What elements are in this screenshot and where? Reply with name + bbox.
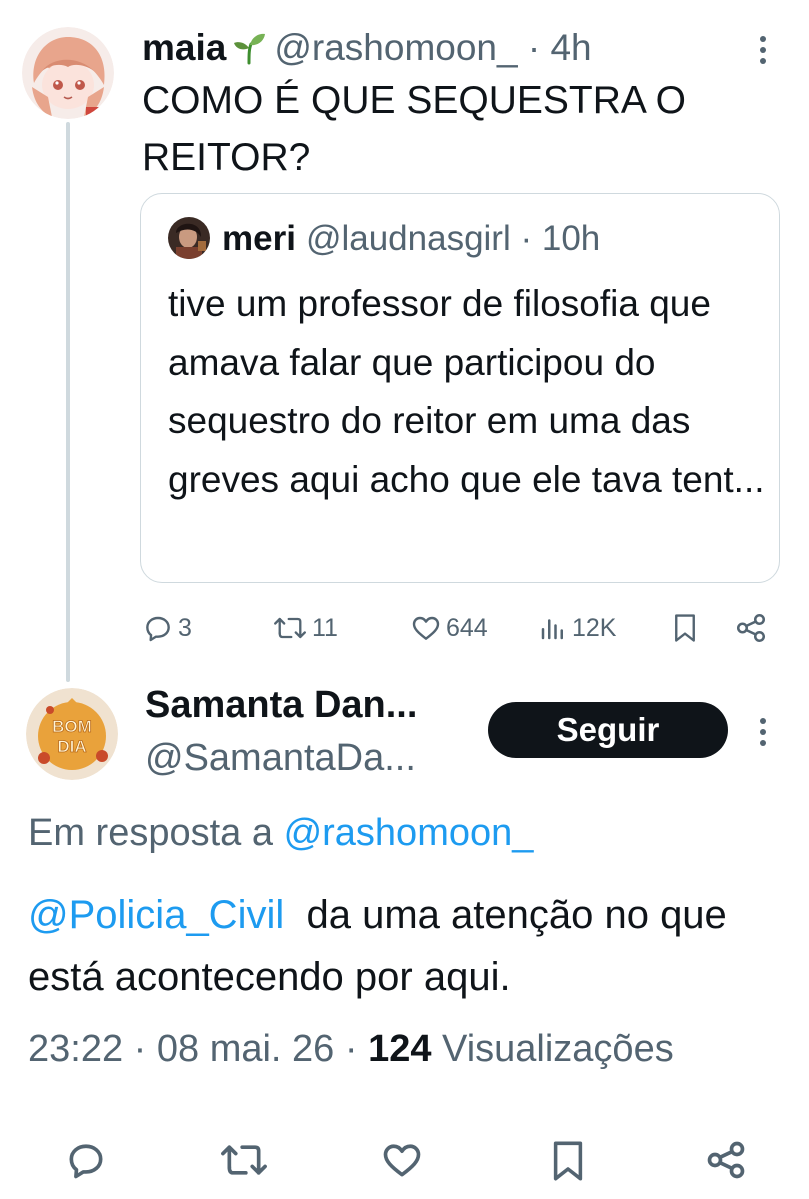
avatar[interactable]: BOM DIA <box>26 688 118 780</box>
avatar-text-line2: DIA <box>57 737 86 756</box>
author-name[interactable]: maia <box>142 27 226 69</box>
follow-button[interactable]: Seguir <box>488 702 728 758</box>
bookmark-icon[interactable] <box>546 1138 590 1182</box>
reply-icon[interactable] <box>64 1138 108 1182</box>
quoted-avatar <box>168 217 210 259</box>
heart-icon <box>412 616 440 640</box>
like-button[interactable]: 644 <box>410 608 488 648</box>
mention-link[interactable]: @Policia_Civil <box>28 893 284 937</box>
thread-connector-line <box>66 122 70 682</box>
separator-dot: · <box>510 219 542 258</box>
repost-icon[interactable] <box>218 1138 270 1182</box>
more-options-icon[interactable] <box>748 30 778 70</box>
reply-context: Em resposta a @rashomoon_ <box>28 812 533 855</box>
share-icon[interactable] <box>704 1138 748 1182</box>
avatar-text-line1: BOM <box>52 717 92 736</box>
reply-count: 3 <box>178 613 192 642</box>
heart-icon[interactable] <box>380 1138 424 1182</box>
avatar[interactable] <box>22 27 114 119</box>
repost-icon <box>274 617 306 639</box>
tweet-time[interactable]: 4h <box>550 27 591 69</box>
tweet-header: maia @rashomoon_ · 4h <box>142 22 592 74</box>
timestamp[interactable]: 23:22 · 08 mai. 26 · <box>28 1028 358 1070</box>
author-name[interactable]: Samanta Dan... <box>145 684 417 727</box>
tweet-text: COMO É QUE SEQUESTRA O REITOR? <box>142 79 686 179</box>
author-handle[interactable]: @rashomoon_ <box>274 27 517 69</box>
analytics-icon <box>541 619 563 640</box>
reply-button[interactable]: 3 <box>142 608 192 648</box>
more-options-icon[interactable] <box>748 712 778 752</box>
quoted-author-handle: @laudnasgirl <box>305 219 511 258</box>
bookmark-icon <box>675 614 695 642</box>
author-handle[interactable]: @SamantaDa... <box>145 737 416 780</box>
bookmark-button[interactable] <box>670 608 700 648</box>
share-button[interactable] <box>734 608 768 648</box>
reply-icon <box>146 616 170 642</box>
tweet-text: @Policia_Civil da uma atenção no que est… <box>28 884 788 1008</box>
views-label: Visualizações <box>442 1028 674 1070</box>
views-number: 124 <box>368 1028 432 1070</box>
quoted-tweet-header: meri @laudnasgirl · 10h <box>222 214 600 264</box>
share-icon <box>736 613 766 643</box>
tweet-meta: 23:22 · 08 mai. 26 · 124 Visualizações <box>28 1028 674 1071</box>
repost-button[interactable]: 11 <box>272 608 338 648</box>
quoted-tweet-text: tive um professor de filosofia que amava… <box>168 283 765 500</box>
like-count: 644 <box>446 613 488 642</box>
seedling-emoji-icon <box>232 31 266 65</box>
quoted-tweet-time: 10h <box>541 219 601 258</box>
quoted-author-name: meri <box>222 219 296 258</box>
reply-to-handle-link[interactable]: @rashomoon_ <box>284 812 534 854</box>
separator-dot: · <box>517 27 551 68</box>
views-count: 12K <box>572 613 617 642</box>
views-button[interactable]: 12K <box>538 608 616 648</box>
repost-count: 11 <box>312 613 338 642</box>
reply-prefix: Em resposta a <box>28 812 273 854</box>
